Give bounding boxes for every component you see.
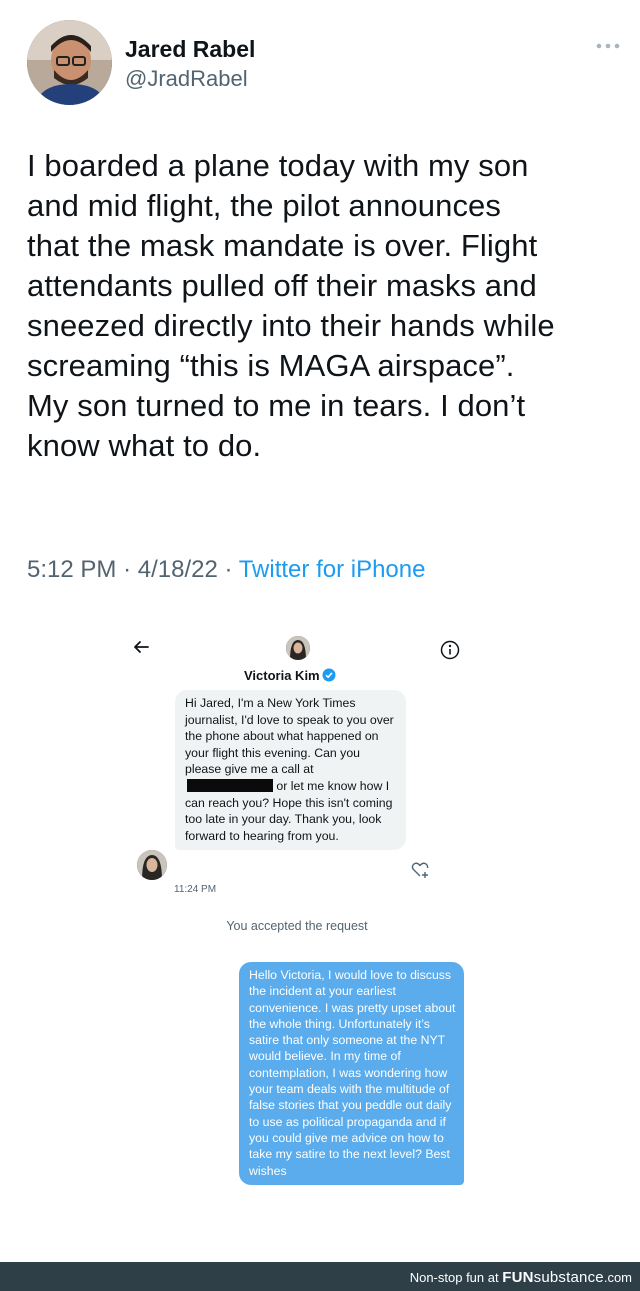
- verified-badge-icon: [322, 668, 336, 682]
- meta-separator: ·: [123, 556, 132, 583]
- request-accepted-notice: You accepted the request: [226, 919, 368, 933]
- watermark-brand-bold: FUN: [502, 1269, 534, 1286]
- tweet-time[interactable]: 5:12 PM: [27, 556, 116, 583]
- outgoing-message[interactable]: Hello Victoria, I would love to discuss …: [239, 962, 464, 1185]
- tweet-source[interactable]: Twitter for iPhone: [239, 556, 426, 583]
- meta-separator: ·: [224, 556, 233, 583]
- watermark-brand-suffix: .com: [603, 1270, 632, 1285]
- incoming-message[interactable]: Hi Jared, I'm a New York Times journalis…: [175, 690, 406, 851]
- watermark-text[interactable]: Non-stop fun at FUNsubstance.com: [410, 1269, 632, 1286]
- react-heart-icon[interactable]: [410, 860, 430, 880]
- tweet-date[interactable]: 4/18/22: [138, 556, 218, 583]
- author-avatar[interactable]: [27, 20, 112, 105]
- more-horizontal-icon[interactable]: [594, 38, 622, 54]
- watermark-brand-rest: substance: [533, 1269, 604, 1286]
- message-timestamp: 11:24 PM: [174, 884, 217, 895]
- redacted-phone-number: [187, 778, 273, 792]
- incoming-message-part1: Hi Jared, I'm a New York Times journalis…: [185, 696, 394, 777]
- author-name[interactable]: Jared Rabel: [125, 36, 255, 63]
- sender-avatar[interactable]: [137, 850, 167, 880]
- tweet-meta: 5:12 PM · 4/18/22 · Twitter for iPhone: [27, 556, 425, 584]
- contact-name-text: Victoria Kim: [244, 668, 320, 683]
- author-handle[interactable]: @JradRabel: [125, 66, 248, 92]
- tweet-text: I boarded a plane today with my son and …: [27, 148, 555, 463]
- info-icon[interactable]: [440, 640, 460, 660]
- watermark-prefix: Non-stop fun at: [409, 1270, 503, 1285]
- contact-name[interactable]: Victoria Kim: [244, 668, 336, 683]
- watermark-bar: Non-stop fun at FUNsubstance.com: [0, 1262, 640, 1291]
- back-arrow-icon[interactable]: [131, 637, 151, 657]
- contact-avatar[interactable]: [286, 636, 310, 660]
